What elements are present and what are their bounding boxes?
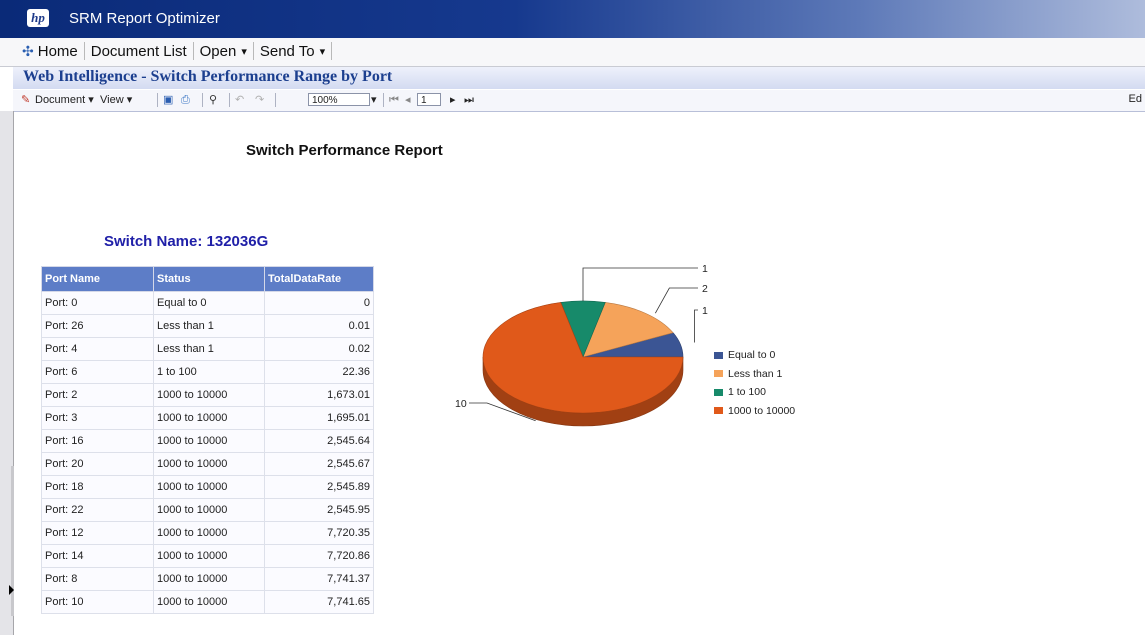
document-icon: ✎: [21, 94, 31, 106]
report-toolbar: ✎ Document ▾ View ▾ ▣ ⎙ ⚲ ↶ ↷ 100% ▾ ⏮ ◂…: [13, 90, 1145, 112]
pie-value-label: 10: [455, 398, 467, 410]
legend-swatch: [714, 370, 723, 378]
pie-leader-line: [582, 267, 698, 301]
legend-item: Equal to 0: [714, 346, 795, 365]
menu-divider: [331, 42, 333, 60]
document-menu[interactable]: Document ▾: [35, 93, 94, 107]
edit-button[interactable]: Ed: [1129, 93, 1142, 105]
open-menu[interactable]: Open ▾: [194, 43, 253, 60]
print-icon[interactable]: ⎙: [181, 93, 190, 107]
zoom-input[interactable]: 100%: [308, 93, 370, 106]
legend-label: Less than 1: [728, 367, 783, 380]
home-button[interactable]: ✣ Home: [16, 43, 84, 60]
document-title-bar: Web Intelligence - Switch Performance Ra…: [13, 67, 1145, 89]
save-icon[interactable]: ▣: [163, 93, 173, 107]
status-pie-chart: 1 2 1 10: [455, 263, 708, 427]
view-menu-label: View: [100, 94, 124, 106]
pie-leader-line: [654, 287, 698, 314]
toolbar-divider: [157, 93, 158, 107]
toolbar-divider: [202, 93, 203, 107]
next-page-icon[interactable]: ▸: [450, 93, 456, 107]
view-menu[interactable]: View ▾: [100, 93, 132, 107]
legend-label: 1000 to 10000: [728, 404, 796, 417]
legend-swatch: [714, 388, 723, 396]
home-icon: ✣: [22, 42, 34, 59]
left-panel-splitter[interactable]: [0, 111, 15, 635]
chart-legend: Equal to 0 Less than 1 1 to 100 1000 to …: [714, 346, 795, 420]
chevron-down-icon: ▾: [241, 45, 247, 58]
legend-item: Less than 1: [714, 365, 795, 384]
previous-page-icon[interactable]: ◂: [405, 93, 411, 107]
home-label: Home: [37, 42, 78, 60]
hp-logo: hp: [27, 9, 49, 27]
app-title: SRM Report Optimizer: [69, 10, 220, 27]
chevron-down-icon: ▾: [319, 45, 326, 58]
find-icon[interactable]: ⚲: [209, 93, 217, 107]
open-label: Open: [199, 42, 237, 60]
menu-bar: ✣ Home Document List Open ▾ Send To ▾: [0, 38, 1145, 67]
page-number-input[interactable]: 1: [417, 93, 441, 106]
legend-item: 1 to 100: [714, 383, 795, 402]
legend-item: 1000 to 10000: [714, 402, 795, 421]
document-list-button[interactable]: Document List: [85, 43, 193, 60]
document-title: Web Intelligence - Switch Performance Ra…: [23, 68, 393, 85]
toolbar-divider: [383, 93, 384, 107]
document-menu-label: Document: [35, 94, 86, 106]
undo-icon[interactable]: ↶: [235, 93, 244, 107]
pie-value-label: 2: [702, 283, 708, 295]
last-page-icon[interactable]: ⏭: [464, 93, 474, 107]
report-canvas: Switch Performance Report Switch Name: 1…: [14, 112, 1145, 635]
first-page-icon[interactable]: ⏮: [389, 93, 399, 107]
send-to-label: Send To: [259, 42, 315, 60]
legend-label: 1 to 100: [728, 386, 766, 399]
pie-leader-line: [694, 309, 698, 343]
legend-label: Equal to 0: [728, 349, 776, 362]
document-list-label: Document List: [90, 42, 187, 60]
pie-value-label: 1: [702, 263, 708, 275]
pie-value-label: 1: [702, 305, 708, 317]
legend-swatch: [714, 407, 723, 415]
app-titlebar: hp SRM Report Optimizer: [0, 0, 1145, 38]
toolbar-divider: [275, 93, 276, 107]
legend-swatch: [714, 351, 723, 359]
send-to-menu[interactable]: Send To ▾: [254, 43, 331, 60]
redo-icon[interactable]: ↷: [255, 93, 264, 107]
zoom-dropdown-icon[interactable]: ▾: [371, 93, 377, 107]
toolbar-divider: [229, 93, 230, 107]
